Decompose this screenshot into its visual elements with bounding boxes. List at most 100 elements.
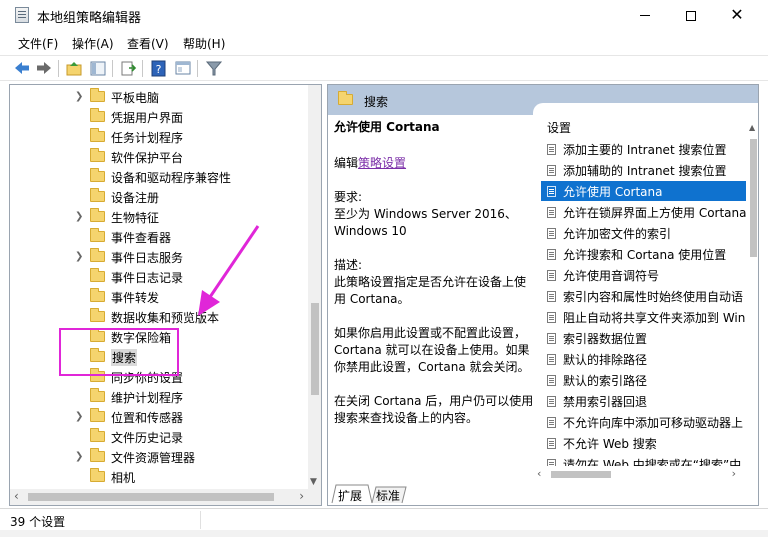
expand-icon[interactable]: ❯	[75, 211, 85, 223]
tree-item[interactable]: 凭据用户界面	[10, 107, 308, 127]
folder-icon	[90, 248, 105, 262]
setting-label: 允许搜索和 Cortana 使用位置	[563, 248, 727, 262]
policy-setting-icon	[547, 291, 556, 302]
setting-row[interactable]: 允许在锁屏界面上方使用 Cortana	[541, 202, 747, 222]
status-bar: 39 个设置	[0, 508, 768, 530]
settings-list-pane: 设置 添加主要的 Intranet 搜索位置 添加辅助的 Intranet 搜索…	[533, 103, 758, 483]
setting-label: 阻止自动将共享文件夹添加到 Win	[563, 311, 746, 325]
scroll-right-icon[interactable]: ›	[732, 467, 736, 480]
setting-label: 添加辅助的 Intranet 搜索位置	[563, 164, 727, 178]
setting-row-allow-cortana[interactable]: 允许使用 Cortana	[541, 181, 746, 201]
tab-extended[interactable]: 扩展	[338, 487, 362, 504]
scroll-right-icon[interactable]: ›	[299, 489, 304, 503]
setting-row[interactable]: 允许加密文件的索引	[541, 223, 746, 243]
setting-row[interactable]: 默认的索引路径	[541, 370, 746, 390]
title-bar: 本地组策略编辑器 ✕	[0, 0, 768, 30]
setting-label: 请勿在 Web 中搜索或在“搜索”中	[563, 458, 742, 466]
requirements-label: 要求:	[334, 190, 363, 204]
tree-vertical-scrollbar[interactable]: ▼	[308, 85, 321, 489]
setting-label: 允许加密文件的索引	[563, 227, 672, 241]
back-icon[interactable]	[12, 59, 32, 77]
edit-policy-link[interactable]: 策略设置	[358, 156, 406, 170]
forward-icon[interactable]	[34, 59, 54, 77]
expand-icon[interactable]: ❯	[75, 451, 85, 463]
show-hide-tree-icon[interactable]	[88, 59, 108, 77]
description-line-1: 此策略设置指定是否允许在设备上使	[334, 275, 527, 289]
setting-row[interactable]: 添加辅助的 Intranet 搜索位置	[541, 160, 746, 180]
folder-icon	[90, 468, 105, 482]
folder-icon	[90, 188, 105, 202]
setting-row[interactable]: 允许搜索和 Cortana 使用位置	[541, 244, 746, 264]
maximize-button[interactable]	[668, 0, 714, 30]
annotation-highlight-box	[59, 328, 179, 376]
svg-text:?: ?	[156, 63, 162, 76]
tree-item-label: 文件资源管理器	[111, 451, 196, 465]
setting-row[interactable]: 请勿在 Web 中搜索或在“搜索”中	[541, 454, 746, 466]
tree-item-label: 任务计划程序	[111, 131, 184, 145]
help-icon[interactable]: ?	[149, 59, 169, 77]
tree-item-label: 事件日志记录	[111, 271, 184, 285]
policy-setting-icon	[547, 312, 556, 323]
scroll-thumb[interactable]	[311, 303, 319, 395]
policy-tree-pane[interactable]: ❯ 平板电脑 凭据用户界面 任务计划程序 软件保护平台 设备和驱动程序兼容性 设备…	[9, 84, 322, 506]
setting-row[interactable]: 添加主要的 Intranet 搜索位置	[541, 139, 746, 159]
scroll-thumb[interactable]	[750, 139, 757, 257]
scroll-thumb[interactable]	[551, 471, 611, 478]
scroll-up-icon[interactable]: ▲	[749, 123, 755, 132]
tree-item[interactable]: ❯ 位置和传感器	[10, 407, 308, 427]
tree-item[interactable]: 软件保护平台	[10, 147, 308, 167]
folder-icon	[90, 448, 105, 462]
setting-row[interactable]: 允许使用音调符号	[541, 265, 746, 285]
folder-icon	[338, 91, 353, 105]
settings-column-header[interactable]: 设置	[547, 119, 571, 136]
close-button[interactable]: ✕	[714, 0, 760, 30]
tree-item[interactable]: 设备和驱动程序兼容性	[10, 167, 308, 187]
policy-setting-icon	[547, 417, 556, 428]
description-para3-line-2: 搜索来查找设备上的内容。	[334, 411, 479, 425]
folder-icon	[90, 148, 105, 162]
tree-item[interactable]: 文件历史记录	[10, 427, 308, 447]
setting-row[interactable]: 不允许向库中添加可移动驱动器上	[541, 412, 746, 432]
expand-icon[interactable]: ❯	[75, 251, 85, 263]
policy-setting-icon	[547, 438, 556, 449]
menu-view[interactable]: 查看(V)	[127, 35, 169, 52]
menu-help[interactable]: 帮助(H)	[183, 35, 225, 52]
description-para2-line-1: 如果你启用此设置或不配置此设置，	[334, 326, 527, 340]
minimize-button[interactable]	[622, 0, 668, 30]
filter-icon[interactable]	[204, 59, 224, 77]
setting-row[interactable]: 禁用索引器回退	[541, 391, 746, 411]
menu-action[interactable]: 操作(A)	[72, 35, 114, 52]
expand-icon[interactable]: ❯	[75, 91, 85, 103]
setting-row[interactable]: 不允许 Web 搜索	[541, 433, 746, 453]
tree-item[interactable]: ❯ 文件资源管理器	[10, 447, 308, 467]
tree-item[interactable]: 设备注册	[10, 187, 308, 207]
up-folder-icon[interactable]	[64, 59, 84, 77]
tree-item[interactable]: 相机	[10, 467, 308, 487]
scroll-left-icon[interactable]: ‹	[537, 467, 541, 480]
settings-horizontal-scrollbar[interactable]: ‹ ›	[533, 466, 746, 482]
setting-row[interactable]: 索引内容和属性时始终使用自动语	[541, 286, 746, 306]
tree-item-label: 生物特征	[111, 211, 160, 225]
description-label: 描述:	[334, 258, 363, 272]
properties-icon[interactable]	[173, 59, 193, 77]
setting-row[interactable]: 阻止自动将共享文件夹添加到 Win	[541, 307, 746, 327]
export-list-icon[interactable]	[118, 59, 138, 77]
folder-icon	[90, 128, 105, 142]
scroll-thumb[interactable]	[28, 493, 274, 501]
tab-standard[interactable]: 标准	[376, 487, 400, 504]
setting-label: 不允许 Web 搜索	[563, 437, 657, 451]
menu-file[interactable]: 文件(F)	[18, 35, 58, 52]
setting-label: 默认的排除路径	[563, 353, 648, 367]
tree-item[interactable]: ❯ 平板电脑	[10, 87, 308, 107]
tree-horizontal-scrollbar[interactable]: ‹ ›	[10, 489, 321, 505]
expand-icon[interactable]: ❯	[75, 411, 85, 423]
setting-row[interactable]: 默认的排除路径	[541, 349, 746, 369]
description-line-2: 用 Cortana。	[334, 292, 410, 306]
tree-item[interactable]: 维护计划程序	[10, 387, 308, 407]
policy-setting-icon	[547, 333, 556, 344]
tree-item[interactable]: 任务计划程序	[10, 127, 308, 147]
scroll-down-icon[interactable]: ▼	[310, 477, 317, 487]
settings-vertical-scrollbar[interactable]: ▲	[746, 123, 758, 483]
setting-row[interactable]: 索引器数据位置	[541, 328, 746, 348]
scroll-left-icon[interactable]: ‹	[14, 489, 19, 503]
